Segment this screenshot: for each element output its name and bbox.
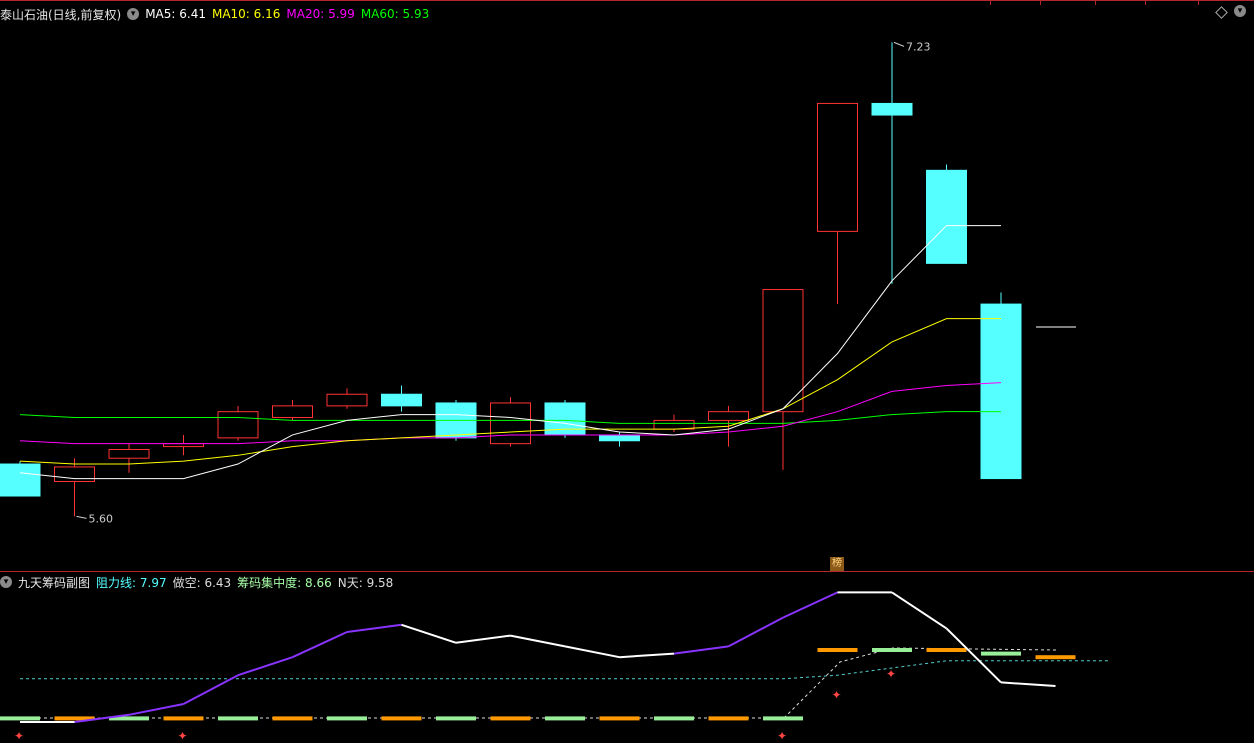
candle-body <box>817 102 858 232</box>
chevron-down-icon[interactable]: ▾ <box>0 576 12 588</box>
chip-line-segment <box>510 634 566 648</box>
low-pointer <box>76 515 87 519</box>
candle-body <box>217 411 259 439</box>
chip-bar <box>163 716 204 721</box>
candle-body <box>708 411 749 421</box>
chip-line-segment <box>564 645 620 659</box>
cyan-dashed-line <box>20 660 1110 680</box>
candle-body <box>599 434 640 442</box>
chip-bar <box>599 716 640 721</box>
chip-bar <box>218 716 258 721</box>
high-label: 7.23 <box>906 40 931 53</box>
ma-legend-item: MA60: 5.93 <box>360 7 430 21</box>
chip-line-segment <box>619 652 675 659</box>
sub-legend: ▾ 九天筹码副图 阻力线: 7.97 做空: 6.43 筹码集中度: 8.66 N天:… <box>0 572 399 592</box>
chip-bar <box>490 716 531 721</box>
candle-body <box>381 393 422 407</box>
sub-legend-item: 阻力线: 7.97 <box>96 575 167 590</box>
butterfly-icon: ✦ <box>886 667 896 681</box>
main-legend: 泰山石油(日线,前复权) ▾ MA5: 6.41 MA10: 6.16 MA20: … <box>0 4 435 24</box>
chip-bar <box>708 716 749 721</box>
candlestick-chart[interactable]: 7.23 5.60 <box>0 0 1254 572</box>
candle-body <box>926 169 967 264</box>
candle-body <box>871 102 913 116</box>
chip-indicator-chart[interactable]: ✦ ✦ ✦ ✦ ✦ <box>0 572 1254 743</box>
chevron-down-icon[interactable]: ▾ <box>127 8 140 20</box>
ma-legend-item: MA5: 6.41 <box>145 7 206 21</box>
sub-chart-panel[interactable]: ▾ 九天筹码副图 阻力线: 7.97 做空: 6.43 筹码集中度: 8.66 N天:… <box>0 572 1254 743</box>
chip-bar <box>981 651 1021 656</box>
chip-bar <box>0 716 40 721</box>
chip-line-segment <box>673 645 729 655</box>
candle-body <box>653 419 695 430</box>
chip-bar <box>654 716 694 721</box>
butterfly-icon: ✦ <box>777 729 787 743</box>
candle-body <box>0 463 41 497</box>
sub-legend-item: 做空: 6.43 <box>172 575 232 590</box>
chip-bar <box>872 648 912 652</box>
sub-legend-items: 阻力线: 7.97 做空: 6.43 筹码集中度: 8.66 N天: 9.58 <box>96 574 399 591</box>
chip-line-segment <box>183 674 239 705</box>
candle-body <box>762 289 804 413</box>
ma-legend-item: MA10: 6.16 <box>211 7 281 21</box>
chip-bar <box>272 716 313 721</box>
chip-line-segment <box>401 623 457 644</box>
candle-body <box>108 448 150 459</box>
candle-body <box>326 393 368 407</box>
chip-bar <box>436 716 476 721</box>
sub-title: 九天筹码副图 <box>18 575 91 590</box>
chip-bar <box>926 648 967 652</box>
chip-bar <box>763 716 803 721</box>
chip-line-segment <box>128 703 184 716</box>
chip-line-segment <box>346 623 402 633</box>
chip-line-segment <box>237 656 293 677</box>
chip-bar <box>545 716 585 721</box>
candle-body <box>980 303 1022 480</box>
chip-line-segment <box>292 631 348 659</box>
chip-line-segment <box>728 616 784 648</box>
chip-bar <box>1035 655 1076 660</box>
rank-badge[interactable]: 榜 <box>830 557 844 571</box>
chip-bar <box>817 648 858 652</box>
butterfly-icon: ✦ <box>832 688 842 702</box>
chip-line-segment <box>891 591 948 630</box>
candle-body <box>54 466 95 482</box>
ma-legend-item: MA20: 5.99 <box>286 7 355 21</box>
main-chart-panel[interactable]: 泰山石油(日线,前复权) ▾ MA5: 6.41 MA10: 6.16 MA20: … <box>0 0 1254 572</box>
chip-line-segment <box>455 634 511 644</box>
butterfly-icon: ✦ <box>178 729 188 743</box>
chip-bar <box>381 716 422 721</box>
sub-legend-item: 筹码集中度: 8.66 <box>237 575 332 590</box>
candle-body <box>490 402 531 445</box>
stock-title: 泰山石油(日线,前复权) <box>0 7 122 22</box>
chip-line-segment <box>1000 681 1056 687</box>
butterfly-icon: ✦ <box>14 729 24 743</box>
sub-legend-item: N天: 9.58 <box>337 575 394 590</box>
high-pointer <box>893 41 905 47</box>
low-label: 5.60 <box>89 512 114 525</box>
ma-legend-items: MA5: 6.41 MA10: 6.16 MA20: 5.99 MA60: 5.93 <box>145 7 435 21</box>
chip-bar <box>327 716 367 721</box>
candle-body <box>272 405 313 419</box>
chip-line-segment <box>782 591 838 619</box>
